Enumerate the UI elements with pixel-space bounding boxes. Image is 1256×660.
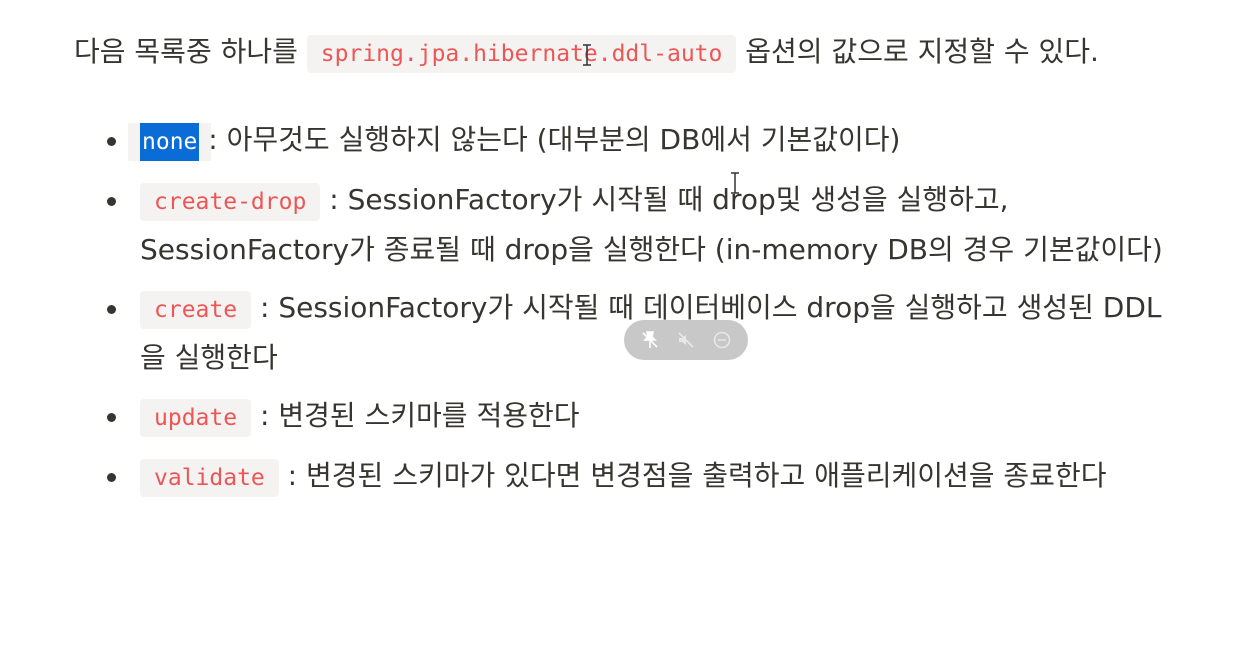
list-item-update: update : 변경된 스키마를 적용한다: [74, 392, 1184, 442]
bullet-icon: [107, 413, 116, 422]
code-create-drop: create-drop: [140, 183, 321, 221]
bullet-icon: [107, 473, 116, 482]
intro-paragraph: 다음 목록중 하나를 spring.jpa.hibernate.ddl-auto…: [74, 26, 1184, 80]
code-create: create: [140, 291, 252, 329]
list-item-text: : 변경된 스키마를 적용한다: [251, 399, 580, 432]
list-item-text: : 변경된 스키마가 있다면 변경점을 출력하고 애플리케이션을 종료한다: [278, 459, 1107, 492]
mute-icon[interactable]: [675, 329, 697, 351]
list-item-text: : 아무것도 실행하지 않는다 (대부분의 DB에서 기본값이다): [199, 123, 901, 156]
code-validate: validate: [140, 459, 279, 497]
intro-text-before: 다음 목록중 하나를: [74, 35, 307, 68]
minus-circle-icon[interactable]: [711, 329, 733, 351]
list-item-create-drop: create-drop : SessionFactory가 시작될 때 drop…: [74, 176, 1184, 274]
list-item-validate: validate : 변경된 스키마가 있다면 변경점을 출력하고 애플리케이션…: [74, 452, 1184, 502]
bullet-icon: [107, 197, 116, 206]
text-cursor-icon: [731, 172, 739, 194]
unpin-icon[interactable]: [639, 329, 661, 351]
document-body: 다음 목록중 하나를 spring.jpa.hibernate.ddl-auto…: [74, 26, 1184, 512]
intro-text-after: 옵션의 값으로 지정할 수 있다.: [736, 35, 1099, 68]
ddl-auto-options-list: none : 아무것도 실행하지 않는다 (대부분의 DB에서 기본값이다) c…: [74, 116, 1184, 502]
code-none[interactable]: none: [140, 123, 200, 161]
text-cursor-icon: [583, 44, 591, 66]
bullet-icon: [107, 137, 116, 146]
video-control-overlay: [624, 320, 748, 360]
code-update: update: [140, 399, 252, 437]
list-item-none: none : 아무것도 실행하지 않는다 (대부분의 DB에서 기본값이다): [74, 116, 1184, 166]
code-ddl-auto: spring.jpa.hibernate.ddl-auto: [306, 35, 737, 73]
bullet-icon: [107, 305, 116, 314]
